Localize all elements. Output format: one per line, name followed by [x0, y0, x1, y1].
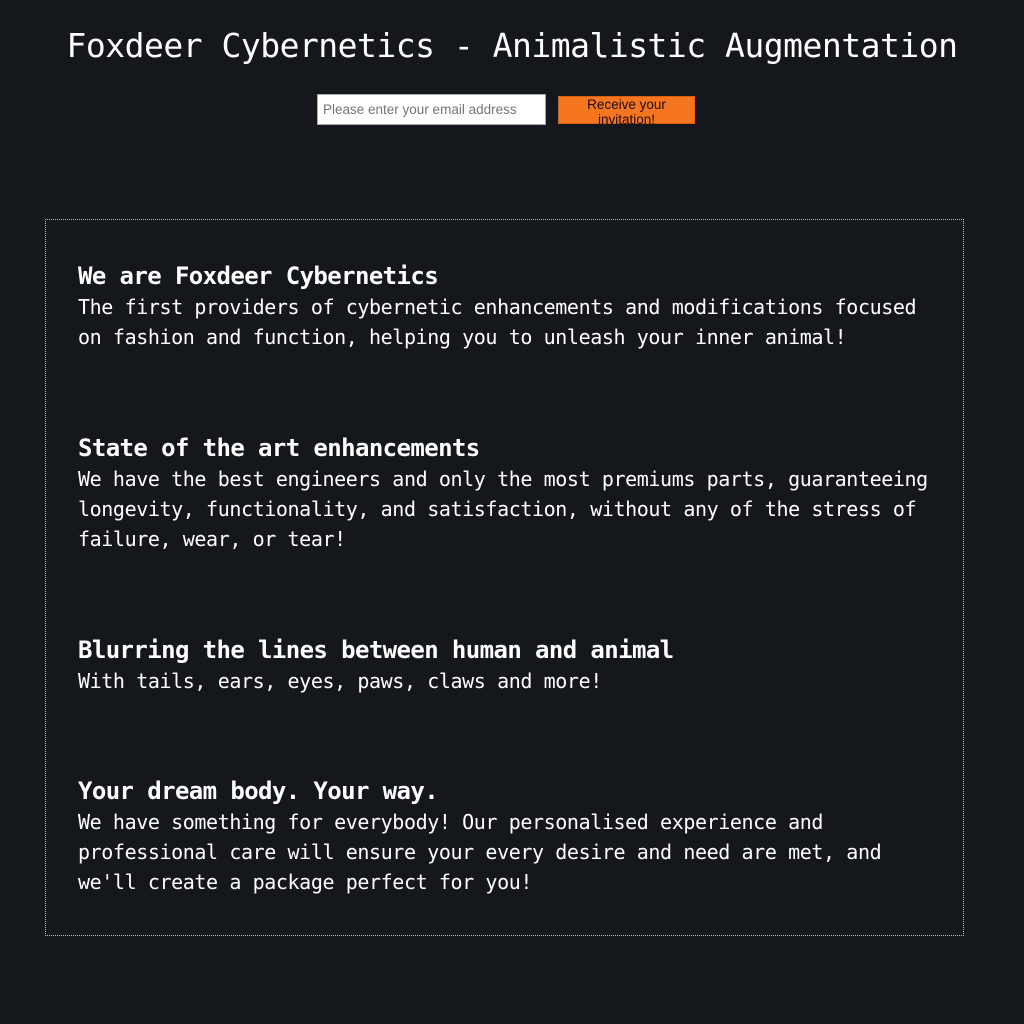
feature-heading: Blurring the lines between human and ani…	[78, 636, 674, 664]
feature-item-dream-body: Your dream body. Your way. We have somet…	[78, 775, 938, 897]
feature-heading: We are Foxdeer Cybernetics	[78, 262, 439, 290]
feature-text: The first providers of cybernetic enhanc…	[78, 295, 917, 349]
signup-form: Receive your invitation!	[317, 94, 695, 127]
feature-text: With tails, ears, eyes, paws, claws and …	[78, 669, 602, 693]
feature-heading: State of the art enhancements	[78, 434, 480, 462]
feature-item-enhancements: State of the art enhancements We have th…	[78, 432, 938, 554]
email-input[interactable]	[317, 94, 546, 125]
page-title: Foxdeer Cybernetics - Animalistic Augmen…	[66, 26, 958, 65]
feature-item-human-animal: Blurring the lines between human and ani…	[78, 634, 938, 696]
receive-invitation-button[interactable]: Receive your invitation!	[558, 95, 695, 127]
feature-heading: Your dream body. Your way.	[78, 777, 439, 805]
feature-text: We have something for everybody! Our per…	[78, 810, 882, 894]
feature-item-about: We are Foxdeer Cybernetics The first pro…	[78, 260, 938, 352]
feature-text: We have the best engineers and only the …	[78, 467, 928, 551]
features-section: We are Foxdeer Cybernetics The first pro…	[45, 219, 964, 936]
